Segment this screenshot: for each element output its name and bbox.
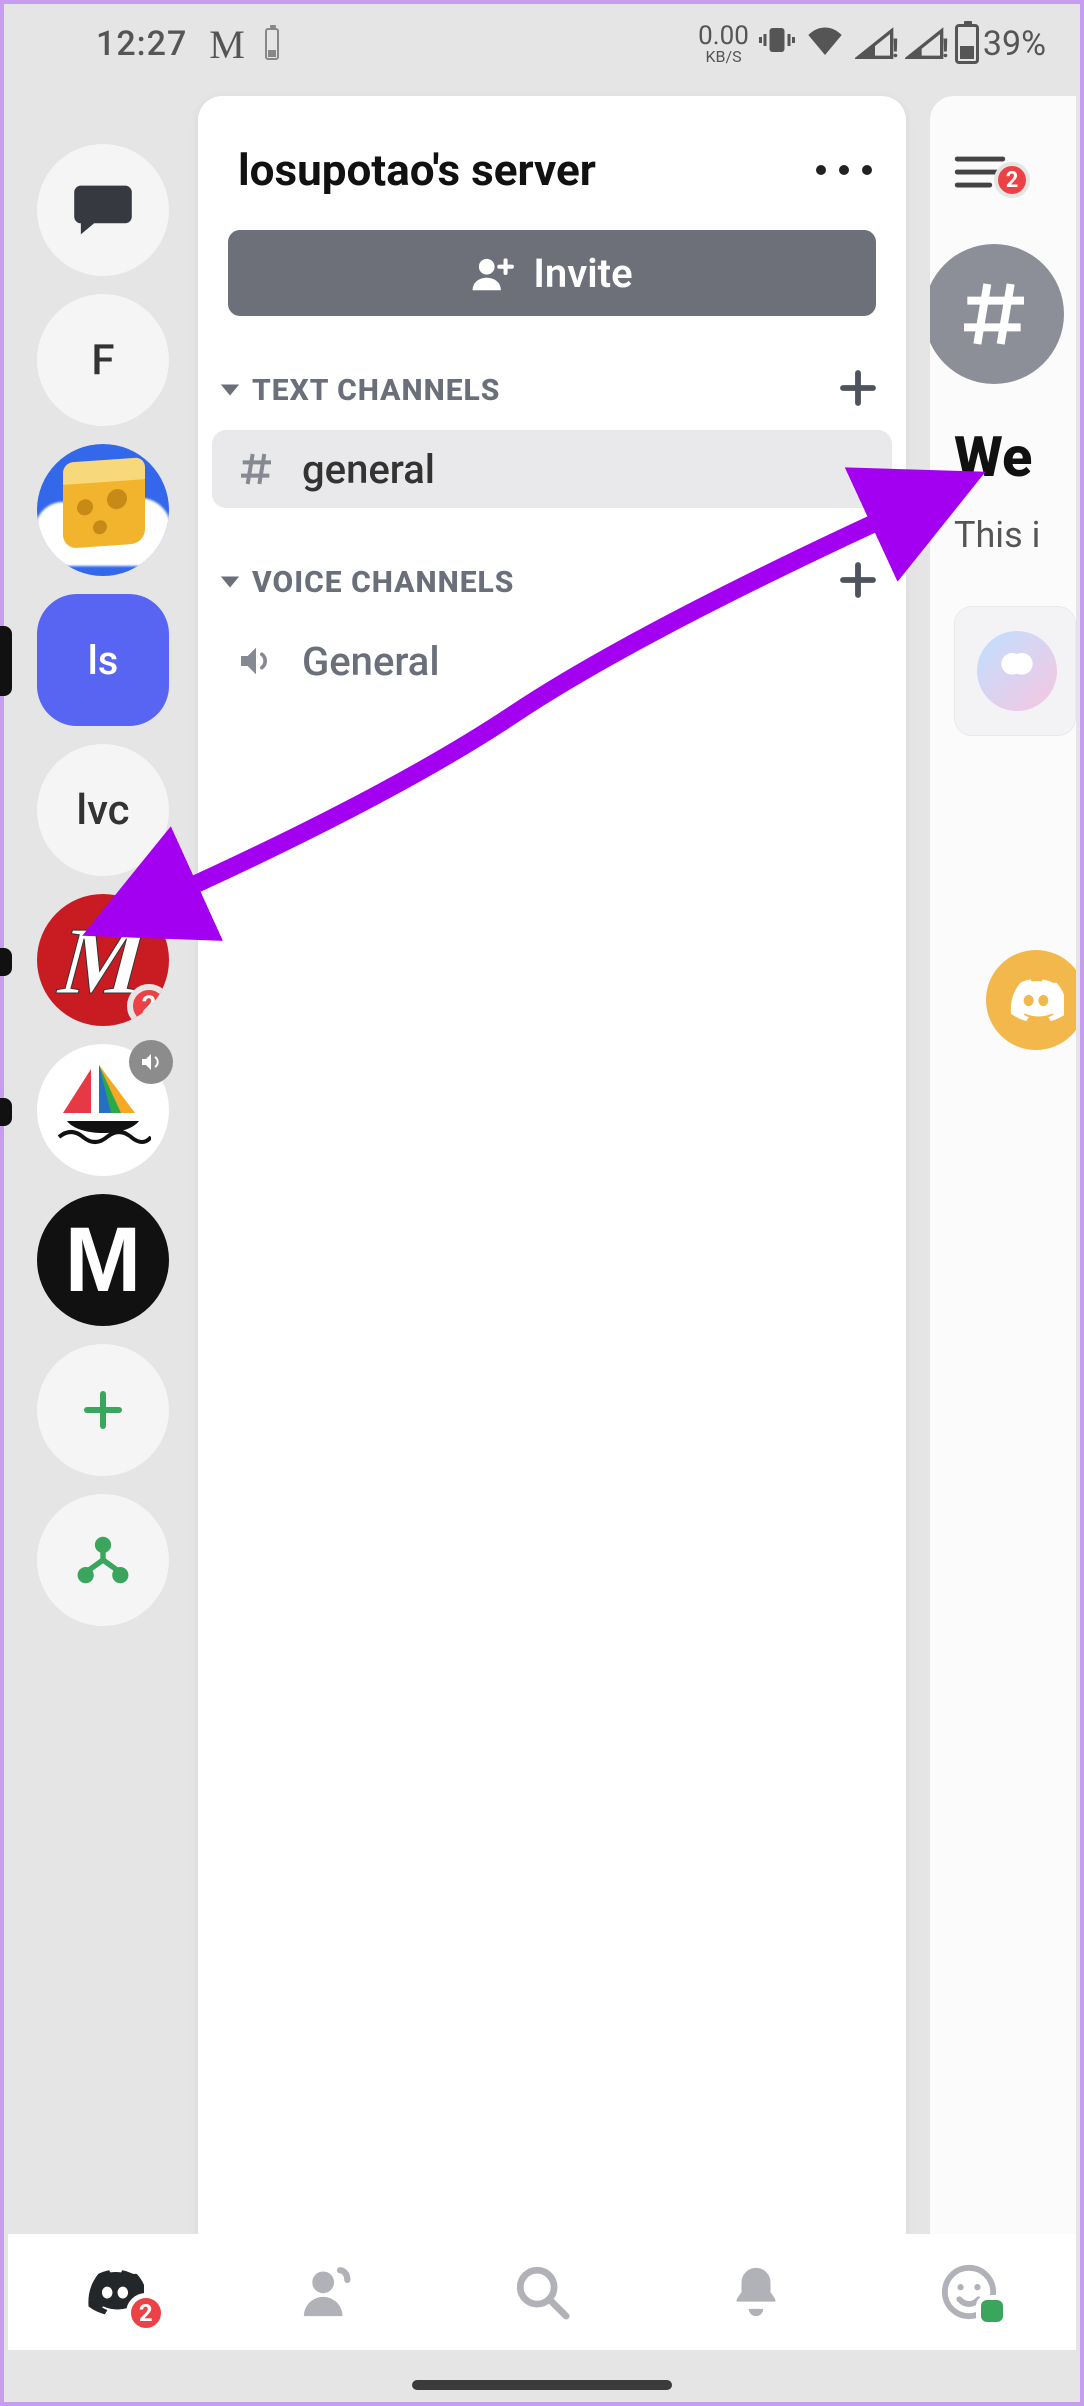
gesture-bar[interactable]	[412, 2380, 672, 2390]
nav-profile[interactable]	[924, 2247, 1014, 2337]
channel-name: general	[302, 446, 435, 493]
card-illustration	[977, 631, 1057, 711]
text-channels-label: TEXT CHANNELS	[246, 373, 838, 408]
invite-icon	[471, 253, 515, 293]
server-menu-button[interactable]	[816, 165, 872, 175]
server-label: lvc	[76, 786, 129, 835]
channel-general-voice[interactable]: General	[212, 622, 892, 700]
channel-hash-badge	[930, 244, 1064, 384]
collapse-voice-channels[interactable]	[214, 571, 246, 593]
active-server-indicator	[0, 626, 12, 696]
hash-icon	[234, 449, 278, 489]
invite-label: Invite	[533, 250, 632, 297]
server-rail: F ls lvc M 2	[8, 88, 198, 2238]
unread-indicator	[0, 1098, 12, 1126]
unread-indicator	[0, 948, 12, 976]
network-speed: 0.00 KB/S	[698, 23, 749, 65]
plus-icon	[838, 560, 878, 600]
speaker-icon	[234, 641, 278, 681]
nav-home[interactable]: 2	[70, 2247, 160, 2337]
wifi-icon	[805, 20, 845, 69]
server-label: ls	[88, 637, 119, 684]
notification-badge: 2	[994, 162, 1030, 198]
chat-preview[interactable]: 2 We This i	[930, 96, 1076, 2238]
server-lvc[interactable]: lvc	[37, 744, 169, 876]
channel-panel: losupotao's server Invite TEXT CHANNELS	[198, 96, 906, 2238]
gmail-icon: M	[209, 21, 243, 68]
add-voice-channel-button[interactable]	[838, 560, 878, 604]
server-midjourney[interactable]	[37, 1044, 169, 1176]
welcome-subtext: This i	[954, 514, 1076, 556]
voice-active-badge	[129, 1040, 173, 1084]
server-title[interactable]: losupotao's server	[238, 144, 816, 196]
profile-icon	[940, 2263, 998, 2321]
add-server-button[interactable]	[37, 1344, 169, 1476]
chevron-down-icon	[219, 379, 241, 401]
discord-logo-icon	[1008, 976, 1064, 1024]
battery-icon	[955, 24, 979, 64]
friends-icon	[299, 2263, 357, 2321]
plus-icon	[79, 1386, 127, 1434]
collapse-text-channels[interactable]	[214, 379, 246, 401]
chevron-down-icon	[219, 571, 241, 593]
nav-notifications[interactable]	[711, 2247, 801, 2337]
bottom-nav: 2	[8, 2234, 1076, 2350]
member-list-button[interactable]: 2	[954, 152, 1030, 192]
notification-badge: 2	[126, 2293, 166, 2333]
battery-saver-icon	[265, 28, 279, 60]
status-clock: 12:27	[96, 24, 187, 64]
server-label: F	[91, 336, 114, 385]
notification-badge: 2	[127, 984, 169, 1026]
channel-general-text[interactable]: general	[212, 430, 892, 508]
hub-icon	[77, 1534, 129, 1586]
direct-messages-button[interactable]	[37, 144, 169, 276]
welcome-heading: We	[954, 424, 1076, 490]
signal-sim1-icon: !	[855, 26, 895, 62]
add-text-channel-button[interactable]	[838, 368, 878, 412]
discover-hub-button[interactable]	[37, 1494, 169, 1626]
wave-bubble[interactable]	[986, 950, 1076, 1050]
server-m-red[interactable]: M 2	[37, 894, 169, 1026]
channel-name: General	[302, 638, 440, 685]
plus-icon	[838, 368, 878, 408]
bell-icon	[727, 2263, 785, 2321]
search-icon	[513, 2263, 571, 2321]
welcome-card[interactable]	[954, 606, 1076, 736]
server-f[interactable]: F	[37, 294, 169, 426]
invite-button[interactable]: Invite	[228, 230, 876, 316]
server-m-dark-icon: M	[65, 1208, 142, 1313]
cheese-icon	[37, 444, 169, 576]
voice-channels-label: VOICE CHANNELS	[246, 565, 838, 600]
vibrate-icon	[759, 22, 795, 67]
nav-friends[interactable]	[283, 2247, 373, 2337]
server-ls[interactable]: ls	[37, 594, 169, 726]
battery-status: 39%	[955, 24, 1046, 64]
server-m-dark[interactable]: M	[37, 1194, 169, 1326]
nav-search[interactable]	[497, 2247, 587, 2337]
hash-icon	[954, 274, 1034, 354]
server-cheese[interactable]	[37, 444, 169, 576]
signal-sim2-icon: !	[905, 26, 945, 62]
status-bar: 12:27 M 0.00 KB/S ! ! 39%	[4, 4, 1080, 84]
